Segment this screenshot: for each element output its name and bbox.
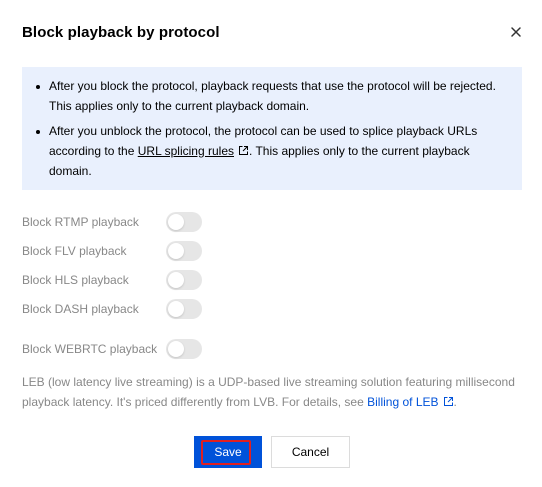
toggle-knob (168, 272, 184, 288)
billing-of-leb-link[interactable]: Billing of LEB (367, 395, 438, 409)
cancel-button[interactable]: Cancel (271, 436, 350, 468)
bullet-icon (36, 130, 40, 134)
toggle-knob (168, 243, 184, 259)
leb-footnote: LEB (low latency live streaming) is a UD… (22, 373, 522, 413)
block-playback-dialog: Block playback by protocol After you blo… (0, 0, 542, 487)
hls-row: Block HLS playback (22, 270, 222, 292)
info-notice: After you block the protocol, playback r… (22, 67, 522, 190)
highlight-ring (201, 440, 251, 465)
rtmp-toggle[interactable] (166, 212, 202, 232)
flv-label: Block FLV playback (22, 244, 127, 258)
notice-item-block: After you block the protocol, playback r… (35, 77, 505, 116)
webrtc-toggle[interactable] (166, 339, 202, 359)
leb-footnote-end: . (453, 394, 457, 409)
cancel-button-label: Cancel (291, 445, 330, 459)
rtmp-label: Block RTMP playback (22, 215, 139, 229)
dash-row: Block DASH playback (22, 299, 222, 321)
dash-label: Block DASH playback (22, 302, 139, 316)
hls-label: Block HLS playback (22, 273, 129, 287)
flv-toggle[interactable] (166, 241, 202, 261)
notice-item-block-text: After you block the protocol, playback r… (49, 79, 496, 113)
url-splicing-rules-link[interactable]: URL splicing rules (138, 144, 234, 158)
dash-toggle[interactable] (166, 299, 202, 319)
flv-row: Block FLV playback (22, 241, 222, 263)
dialog-title: Block playback by protocol (22, 24, 220, 41)
toggle-knob (168, 341, 184, 357)
webrtc-label: Block WEBRTC playback (22, 342, 158, 356)
hls-toggle[interactable] (166, 270, 202, 290)
toggle-knob (168, 214, 184, 230)
save-button[interactable]: Save (194, 436, 262, 468)
rtmp-row: Block RTMP playback (22, 212, 222, 234)
webrtc-row: Block WEBRTC playback (22, 339, 222, 361)
leb-footnote-text: LEB (low latency live streaming) is a UD… (22, 375, 515, 409)
close-icon[interactable] (506, 22, 526, 42)
external-link-icon[interactable] (443, 394, 454, 414)
external-link-icon[interactable] (238, 143, 249, 163)
toggle-knob (168, 301, 184, 317)
notice-item-unblock: After you unblock the protocol, the prot… (35, 122, 505, 182)
bullet-icon (36, 85, 40, 89)
